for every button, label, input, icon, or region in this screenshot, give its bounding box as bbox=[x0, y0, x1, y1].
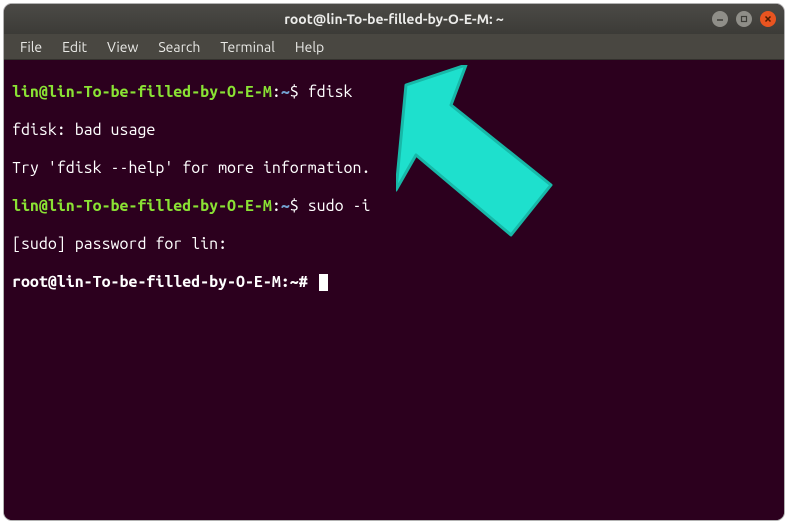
menu-file[interactable]: File bbox=[10, 36, 52, 58]
prompt-path: ~ bbox=[281, 83, 290, 101]
cursor-block bbox=[319, 274, 328, 291]
terminal-body[interactable]: lin@lin-To-be-filled-by-O-E-M:~$ fdisk f… bbox=[4, 60, 784, 520]
menu-search[interactable]: Search bbox=[148, 36, 210, 58]
terminal-line: Try 'fdisk --help' for more information. bbox=[12, 159, 776, 178]
maximize-button[interactable] bbox=[736, 11, 752, 27]
window-title: root@lin-To-be-filled-by-O-E-M: ~ bbox=[284, 11, 504, 27]
menu-view[interactable]: View bbox=[97, 36, 148, 58]
menu-help[interactable]: Help bbox=[285, 36, 334, 58]
prompt-user-host: lin@lin-To-be-filled-by-O-E-M bbox=[12, 197, 272, 215]
prompt-user-host: lin@lin-To-be-filled-by-O-E-M bbox=[12, 83, 272, 101]
terminal-line: fdisk: bad usage bbox=[12, 121, 776, 140]
prompt-root: root@lin-To-be-filled-by-O-E-M:~# bbox=[12, 273, 317, 291]
menu-edit[interactable]: Edit bbox=[52, 36, 97, 58]
command-text: sudo -i bbox=[308, 197, 371, 215]
menubar: File Edit View Search Terminal Help bbox=[4, 34, 784, 60]
prompt-path: ~ bbox=[281, 197, 290, 215]
terminal-line: root@lin-To-be-filled-by-O-E-M:~# bbox=[12, 273, 776, 292]
terminal-line: lin@lin-To-be-filled-by-O-E-M:~$ sudo -i bbox=[12, 197, 776, 216]
command-text: fdisk bbox=[308, 83, 353, 101]
menu-terminal[interactable]: Terminal bbox=[210, 36, 285, 58]
terminal-line: [sudo] password for lin: bbox=[12, 235, 776, 254]
output-text: [sudo] password for lin: bbox=[12, 235, 227, 253]
window-controls bbox=[712, 4, 776, 34]
titlebar: root@lin-To-be-filled-by-O-E-M: ~ bbox=[4, 4, 784, 34]
output-text: fdisk: bad usage bbox=[12, 121, 155, 139]
terminal-line: lin@lin-To-be-filled-by-O-E-M:~$ fdisk bbox=[12, 83, 776, 102]
output-text: Try 'fdisk --help' for more information. bbox=[12, 159, 370, 177]
minimize-button[interactable] bbox=[712, 11, 728, 27]
close-button[interactable] bbox=[760, 11, 776, 27]
terminal-window: root@lin-To-be-filled-by-O-E-M: ~ File E… bbox=[4, 4, 784, 520]
